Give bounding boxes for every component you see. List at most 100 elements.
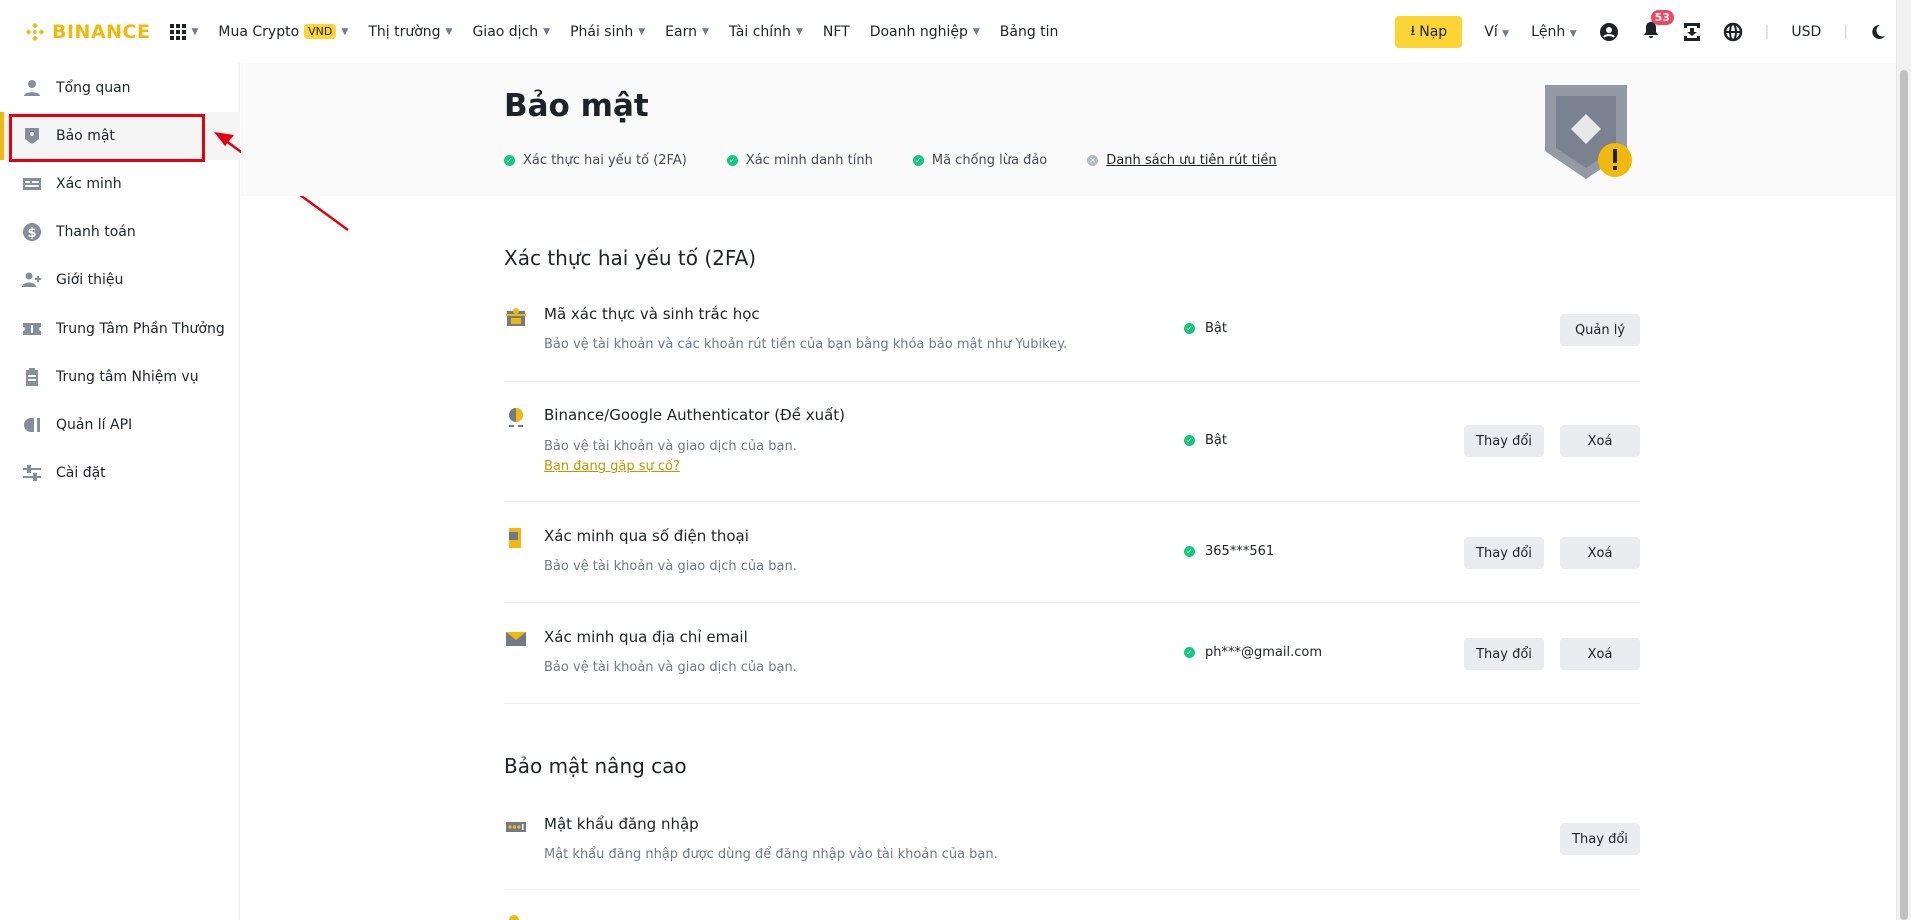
nav-label: Tài chính [728, 23, 791, 40]
currency-badge: VND [304, 24, 337, 39]
divider: | [1764, 23, 1770, 40]
section-title-advanced: Bảo mật nâng cao [504, 754, 687, 778]
nav-derivatives[interactable]: Phái sinh ▼ [570, 24, 645, 40]
sidebar-item-overview[interactable]: Tổng quan [0, 64, 240, 112]
nav-label: NFT [822, 23, 850, 40]
caret-down-icon: ▼ [795, 26, 803, 37]
caret-down-icon: ▼ [191, 26, 199, 37]
deposit-label: Nạp [1419, 23, 1448, 40]
nav-earn[interactable]: Earn ▼ [665, 24, 709, 40]
section-title-2fa: Xác thực hai yếu tố (2FA) [504, 246, 756, 270]
status-anti-phishing: ✓ Mã chống lừa đảo [912, 153, 1048, 168]
apps-menu[interactable]: ▼ [170, 23, 199, 40]
nav-nft[interactable]: NFT [823, 24, 850, 40]
remove-button[interactable]: Xoá [1560, 537, 1640, 569]
nav-news[interactable]: Bảng tin [1000, 24, 1059, 40]
deposit-button[interactable]: ⭳ Nạp [1395, 15, 1463, 48]
wallet-menu[interactable]: Ví ▼ [1484, 24, 1509, 40]
nav-label: Giao dịch [472, 23, 539, 40]
user-icon[interactable] [1599, 22, 1619, 42]
orders-menu[interactable]: Lệnh ▼ [1531, 24, 1577, 40]
nav-business[interactable]: Doanh nghiệp ▼ [870, 24, 980, 40]
binance-logo[interactable]: BINANCE [24, 21, 150, 43]
sidebar-item-api[interactable]: Quản lí API [0, 401, 240, 449]
security-status-list: ✓ Xác thực hai yếu tố (2FA) ✓ Xác minh dan… [504, 153, 1277, 168]
status-value: ph***@gmail.com [1205, 645, 1322, 660]
change-button[interactable]: Thay đổi [1464, 425, 1544, 457]
sidebar-item-label: Xác minh [56, 176, 122, 192]
globe-icon[interactable] [1723, 22, 1743, 42]
partial-row-icon [509, 915, 519, 920]
check-icon: ✓ [1184, 323, 1195, 334]
remove-button[interactable]: Xoá [1560, 425, 1640, 457]
nav-label: Mua Crypto [218, 23, 300, 40]
id-card-icon [23, 178, 41, 190]
caret-down-icon: ▼ [638, 26, 646, 37]
nav-label: Thị trường [368, 23, 441, 40]
download-app-icon[interactable] [1683, 22, 1701, 42]
nav-label: Earn [665, 23, 697, 40]
nav-finance[interactable]: Tài chính ▼ [729, 24, 803, 40]
x-icon: ✕ [1087, 155, 1099, 166]
caret-down-icon: ▼ [543, 26, 551, 37]
sidebar-item-tasks[interactable]: Trung tâm Nhiệm vụ [0, 353, 240, 401]
security-shield-illustration [1545, 85, 1632, 179]
sidebar-item-label: Tổng quan [56, 80, 131, 96]
security-banner [241, 63, 1896, 196]
currency-selector[interactable]: USD [1791, 24, 1821, 40]
nav-label: Bảng tin [999, 23, 1059, 40]
row-phone: Xác minh qua số điện thoại Bảo vệ tài kh… [504, 502, 1640, 603]
page-scrollbar[interactable] [1896, 0, 1911, 920]
row-email: Xác minh qua địa chỉ email Bảo vệ tài kh… [504, 603, 1640, 704]
add-user-icon [22, 272, 41, 287]
notifications-button[interactable]: 53 [1641, 9, 1674, 44]
sidebar-item-settings[interactable]: Cài đặt [0, 449, 240, 497]
sidebar-item-label: Trung tâm Nhiệm vụ [56, 369, 199, 385]
moon-icon[interactable] [1870, 24, 1886, 40]
troubleshoot-link[interactable]: Bạn đang gặp sự cố? [544, 459, 680, 474]
divider: | [1843, 23, 1848, 40]
sidebar-item-label: Thanh toán [56, 224, 136, 240]
email-icon [506, 632, 526, 646]
row-description: Bảo vệ tài khoản và giao dịch của bạn. [544, 559, 797, 574]
row-description: Bảo vệ tài khoản và các khoản rút tiền c… [544, 337, 1068, 352]
highlight-annotation-box [9, 114, 205, 162]
sidebar-item-referral[interactable]: Giới thiệu [0, 256, 240, 304]
caret-down-icon: ▼ [701, 26, 709, 37]
check-icon: ✓ [1184, 546, 1195, 557]
status-value: Bật [1205, 433, 1227, 448]
row-description: Bảo vệ tài khoản và giao dịch của bạn. [544, 439, 797, 454]
status-link[interactable]: Danh sách ưu tiên rút tiền [1106, 153, 1276, 168]
change-button[interactable]: Thay đổi [1464, 638, 1544, 670]
nav-buy-crypto[interactable]: Mua Crypto VND ▼ [218, 24, 348, 40]
row-passkey: Mã xác thực và sinh trắc học Bảo vệ tài … [504, 290, 1640, 382]
page-title: Bảo mật [504, 88, 649, 124]
wallet-label: Ví [1484, 23, 1498, 40]
change-button[interactable]: Thay đổi [1560, 823, 1640, 855]
passkey-icon [506, 308, 526, 326]
sidebar-item-rewards[interactable]: Trung Tâm Phần Thưởng [0, 305, 240, 353]
caret-down-icon: ▼ [972, 26, 980, 37]
row-login-password: Mật khẩu đăng nhập Mật khẩu đăng nhập đư… [504, 800, 1640, 890]
ticket-icon [23, 323, 41, 335]
nav-trade[interactable]: Giao dịch ▼ [472, 24, 550, 40]
password-icon [506, 822, 526, 832]
status-label: Mã chống lừa đảo [931, 153, 1048, 168]
sidebar-item-label: Cài đặt [56, 465, 106, 481]
download-icon: ⭳ [1410, 22, 1416, 39]
user-icon [24, 80, 40, 96]
status-withdrawal-whitelist[interactable]: ✕ Danh sách ưu tiên rút tiền [1087, 153, 1277, 168]
sidebar-item-label: Trung Tâm Phần Thưởng [56, 321, 225, 337]
caret-down-icon: ▼ [341, 26, 349, 37]
change-button[interactable]: Thay đổi [1464, 537, 1544, 569]
nav-markets[interactable]: Thị trường ▼ [368, 24, 452, 40]
api-icon [24, 418, 40, 432]
scrollbar-thumb[interactable] [1900, 70, 1908, 920]
remove-button[interactable]: Xoá [1560, 638, 1640, 670]
grid-icon [170, 23, 187, 40]
binance-logo-icon [25, 22, 45, 41]
row-authenticator: Binance/Google Authenticator (Đề xuất) B… [504, 382, 1640, 502]
check-icon: ✓ [912, 155, 924, 166]
manage-button[interactable]: Quản lý [1560, 314, 1640, 346]
row-status: ✓ Bật [1184, 433, 1227, 448]
